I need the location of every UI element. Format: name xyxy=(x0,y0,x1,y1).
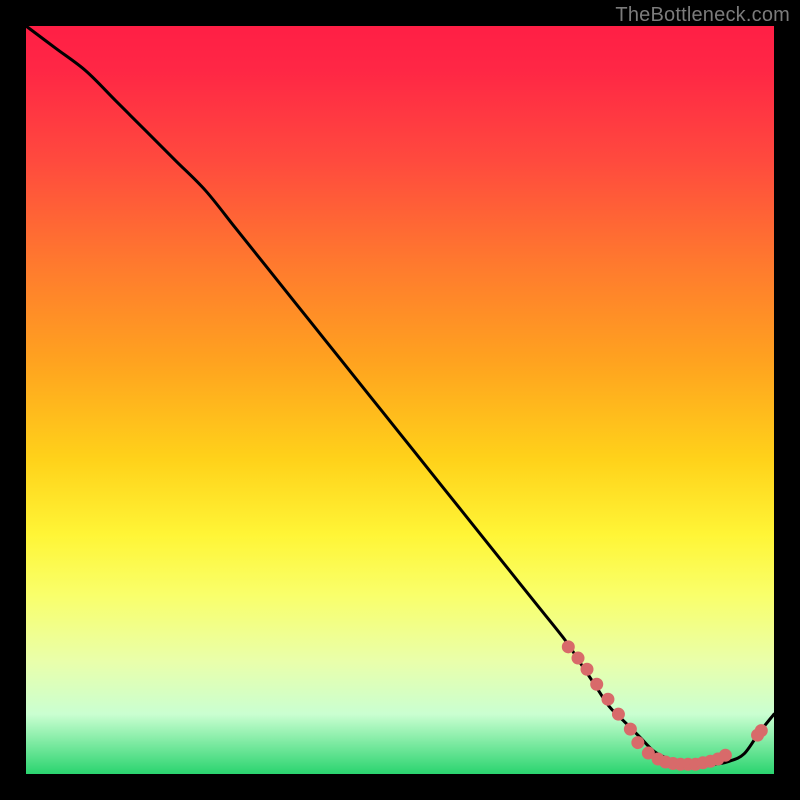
plot-area xyxy=(26,26,774,774)
chart-stage: TheBottleneck.com xyxy=(0,0,800,800)
watermark: TheBottleneck.com xyxy=(615,4,790,27)
